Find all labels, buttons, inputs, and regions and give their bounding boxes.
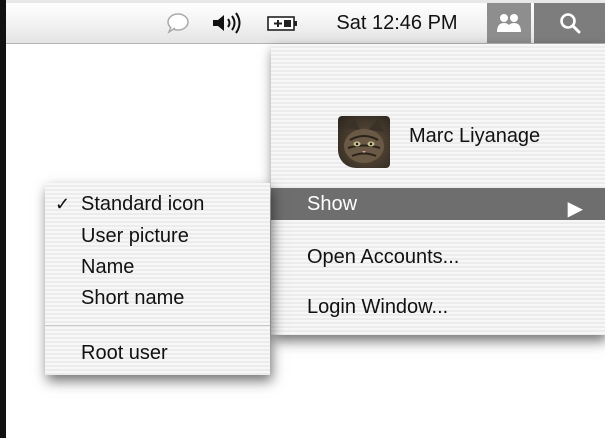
- submenu-item-label: Root user: [81, 342, 168, 364]
- menu-item-show[interactable]: Show ▶: [271, 188, 605, 220]
- submenu-item-label: Short name: [81, 287, 185, 309]
- menubar-clock[interactable]: Sat 12:46 PM: [309, 3, 485, 43]
- menu-bar: Sat 12:46 PM: [6, 3, 605, 44]
- battery-icon[interactable]: [263, 3, 303, 43]
- user-avatar: [338, 116, 390, 168]
- menu-item-login-window[interactable]: Login Window...: [271, 287, 605, 327]
- spotlight-search-icon[interactable]: [534, 3, 605, 43]
- checkmark-icon: ✓: [55, 194, 71, 214]
- menu-item-open-accounts-label: Open Accounts...: [307, 245, 460, 268]
- submenu-item-user-picture[interactable]: User picture: [45, 221, 270, 252]
- submenu-item-standard-icon[interactable]: ✓ Standard icon: [45, 189, 270, 220]
- speaker-volume-icon[interactable]: [207, 3, 251, 43]
- submenu-item-label: Name: [81, 256, 135, 278]
- show-submenu: ✓ Standard icon User picture Name Short …: [45, 183, 270, 375]
- user-menu: Marc Liyanage Show ▶ Open Accounts... Lo…: [271, 44, 605, 335]
- submenu-item-label: Standard icon: [81, 193, 205, 215]
- submenu-item-name[interactable]: Name: [45, 252, 270, 283]
- fast-user-switching-icon[interactable]: [487, 3, 531, 43]
- submenu-item-short-name[interactable]: Short name: [45, 283, 270, 314]
- menu-item-open-accounts[interactable]: Open Accounts...: [271, 237, 605, 277]
- speech-bubble-icon[interactable]: [164, 3, 192, 43]
- submenu-separator: [45, 325, 270, 326]
- user-name: Marc Liyanage: [409, 125, 541, 147]
- window-left-border: [0, 0, 6, 438]
- submenu-arrow-icon: ▶: [567, 198, 583, 220]
- submenu-item-root-user[interactable]: Root user: [45, 338, 270, 369]
- menu-item-login-window-label: Login Window...: [307, 295, 449, 318]
- current-user-row: Marc Liyanage: [271, 116, 605, 176]
- submenu-item-label: User picture: [81, 225, 189, 247]
- menu-item-show-label: Show: [307, 192, 358, 215]
